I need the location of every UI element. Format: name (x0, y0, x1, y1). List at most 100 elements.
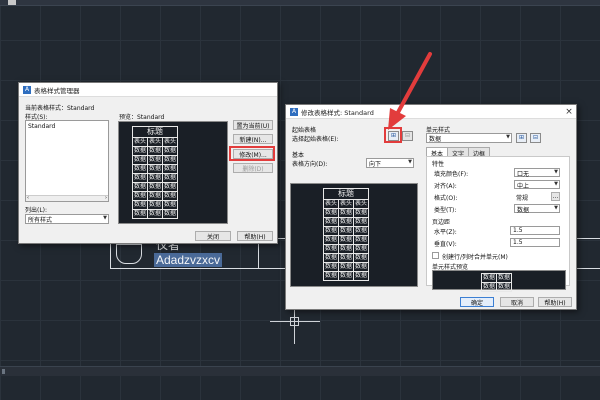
preview-data-cell: 数据 (338, 244, 355, 254)
horizontal-scrollbar[interactable]: ‹ › (26, 195, 108, 201)
table-preview: 标题 表头 表头 表头 数据 数据 数据 数据 数据 数据 数据 数据 数据 数据 数据 数据 数据 数据 数据 数据… (290, 183, 418, 287)
vertical-margin-input[interactable]: 1.5 (510, 238, 560, 247)
preview-table: 标题 表头 表头 表头 数据 数据 数据 数据 数据 数据 数据 数据 数据 数据 数据 数据 数据 数据 数据 数据… (131, 126, 179, 219)
preview-data-cell: 数据 (147, 173, 164, 183)
preview-header-cell: 表头 (147, 137, 164, 147)
preview-data-cell: 数据 (353, 226, 370, 236)
styles-list[interactable]: Standard ‹ › (25, 120, 109, 202)
scroll-left-icon[interactable]: ‹ (27, 195, 29, 201)
scroll-right-icon[interactable]: › (105, 195, 107, 201)
preview-data-cell: 数据 (131, 164, 149, 174)
cell-preview-cell: 数据 (496, 273, 513, 283)
preview-data-cell: 数据 (322, 271, 340, 281)
preview-data-cell: 数据 (162, 191, 179, 201)
preview-data-cell: 数据 (131, 173, 149, 183)
dialog-title: 表格样式管理器 (34, 86, 80, 95)
preview-data-cell: 数据 (353, 235, 370, 245)
current-style-label: 当前表格样式：Standard (25, 105, 95, 112)
style-item-standard[interactable]: Standard (28, 123, 55, 130)
properties-label: 特性 (432, 161, 445, 168)
list-filter-select[interactable]: 所有样式 ▼ (25, 214, 109, 224)
preview-data-cell: 数据 (322, 226, 340, 236)
preview-data-cell: 数据 (147, 182, 164, 192)
align-value: 中上 (517, 183, 530, 190)
preview-data-cell: 数据 (162, 209, 179, 219)
preview-title-cell: 标题 (322, 188, 370, 200)
preview-data-cell: 数据 (162, 200, 179, 210)
format-label: 格式(O): (434, 195, 458, 202)
preview-data-cell: 数据 (131, 191, 149, 201)
preview-data-cell: 数据 (147, 191, 164, 201)
preview-data-cell: 数据 (162, 146, 179, 156)
fill-color-value: 口无 (517, 171, 530, 178)
type-label: 类型(T): (434, 207, 457, 214)
preview-data-cell: 数据 (353, 244, 370, 254)
modify-highlight (229, 146, 275, 161)
preview-data-cell: 数据 (162, 164, 179, 174)
horizontal-margin-input[interactable]: 1.5 (510, 226, 560, 235)
preview-data-cell: 数据 (147, 209, 164, 219)
preview-header-cell: 表头 (338, 199, 355, 209)
horizontal-label: 水平(Z): (434, 229, 457, 236)
set-current-button[interactable]: 置为当前(U) (233, 120, 273, 130)
preview-data-cell: 数据 (162, 155, 179, 165)
cell-style-value: 数据 (429, 136, 442, 143)
preview-data-cell: 数据 (147, 164, 164, 174)
preview-data-cell: 数据 (338, 262, 355, 272)
help-button[interactable]: 帮助(H) (538, 297, 572, 307)
preview-data-cell: 数据 (322, 244, 340, 254)
help-button[interactable]: 帮助(H) (237, 231, 273, 241)
selected-cad-text[interactable]: Adadzvzxcv (154, 253, 223, 267)
new-cell-style-icon[interactable]: ⊞ (516, 133, 527, 143)
app-icon: A (23, 85, 31, 94)
chevron-down-icon: ▼ (554, 205, 558, 211)
new-button[interactable]: 新建(N)... (233, 134, 273, 144)
top-toolbar (0, 0, 600, 6)
close-icon[interactable]: × (562, 106, 576, 118)
close-button[interactable]: 关闭 (195, 231, 231, 241)
preview-data-cell: 数据 (338, 253, 355, 263)
preview-data-cell: 数据 (353, 217, 370, 227)
preview-data-cell: 数据 (147, 200, 164, 210)
align-label: 对齐(A): (434, 183, 457, 190)
direction-select[interactable]: 向下 ▼ (366, 158, 414, 168)
preview-data-cell: 数据 (353, 208, 370, 218)
delete-button[interactable]: 删除(D) (233, 163, 273, 173)
chevron-down-icon: ▼ (554, 169, 558, 175)
align-select[interactable]: 中上 ▼ (514, 180, 560, 190)
cancel-button[interactable]: 取消 (500, 297, 534, 307)
folder-icon[interactable] (8, 0, 16, 5)
cell-preview-table: 数据 数据 数据 数据 (480, 273, 513, 292)
preview-header-cell: 表头 (131, 137, 149, 147)
merge-checkbox[interactable] (432, 252, 439, 259)
preview-data-cell: 数据 (338, 271, 355, 281)
dialog-titlebar: A 表格样式管理器 (19, 83, 277, 97)
preview-label: 预览：Standard (119, 114, 165, 121)
preview-header-cell: 表头 (322, 199, 340, 209)
type-value: 数据 (517, 207, 530, 214)
preview-data-cell: 数据 (338, 226, 355, 236)
preview-data-cell: 数据 (147, 155, 164, 165)
chevron-down-icon: ▼ (103, 215, 107, 221)
table-style-manager-dialog: A 表格样式管理器 当前表格样式：Standard 样式(S): Standar… (18, 82, 278, 244)
margins-label: 页边距 (432, 219, 451, 226)
preview-data-cell: 数据 (131, 146, 149, 156)
format-more-button[interactable]: … (551, 192, 560, 201)
preview-data-cell: 数据 (162, 182, 179, 192)
type-select[interactable]: 数据 ▼ (514, 204, 560, 214)
manage-cell-style-icon[interactable]: ⊟ (530, 133, 541, 143)
ok-button[interactable]: 确定 (460, 297, 494, 307)
preview-data-cell: 数据 (162, 173, 179, 183)
preview-header-cell: 表头 (162, 137, 179, 147)
preview-data-cell: 数据 (322, 235, 340, 245)
fill-color-select[interactable]: 口无 ▼ (514, 168, 560, 178)
cell-style-preview: 数据 数据 数据 数据 (432, 270, 566, 292)
format-value: 常规 (516, 195, 529, 202)
start-table-label: 起始表格 (292, 127, 317, 134)
crosshair-pickbox (290, 317, 299, 326)
cell-preview-cell: 数据 (496, 282, 513, 292)
preview-table: 标题 表头 表头 表头 数据 数据 数据 数据 数据 数据 数据 数据 数据 数据 数据 数据 数据 数据 数据 数据… (322, 188, 370, 281)
annotation-arrow (388, 52, 432, 130)
preview-data-cell: 数据 (353, 271, 370, 281)
style-preview: 标题 表头 表头 表头 数据 数据 数据 数据 数据 数据 数据 数据 数据 数据 数据 数据 数据 数据 数据 数据… (118, 121, 228, 224)
